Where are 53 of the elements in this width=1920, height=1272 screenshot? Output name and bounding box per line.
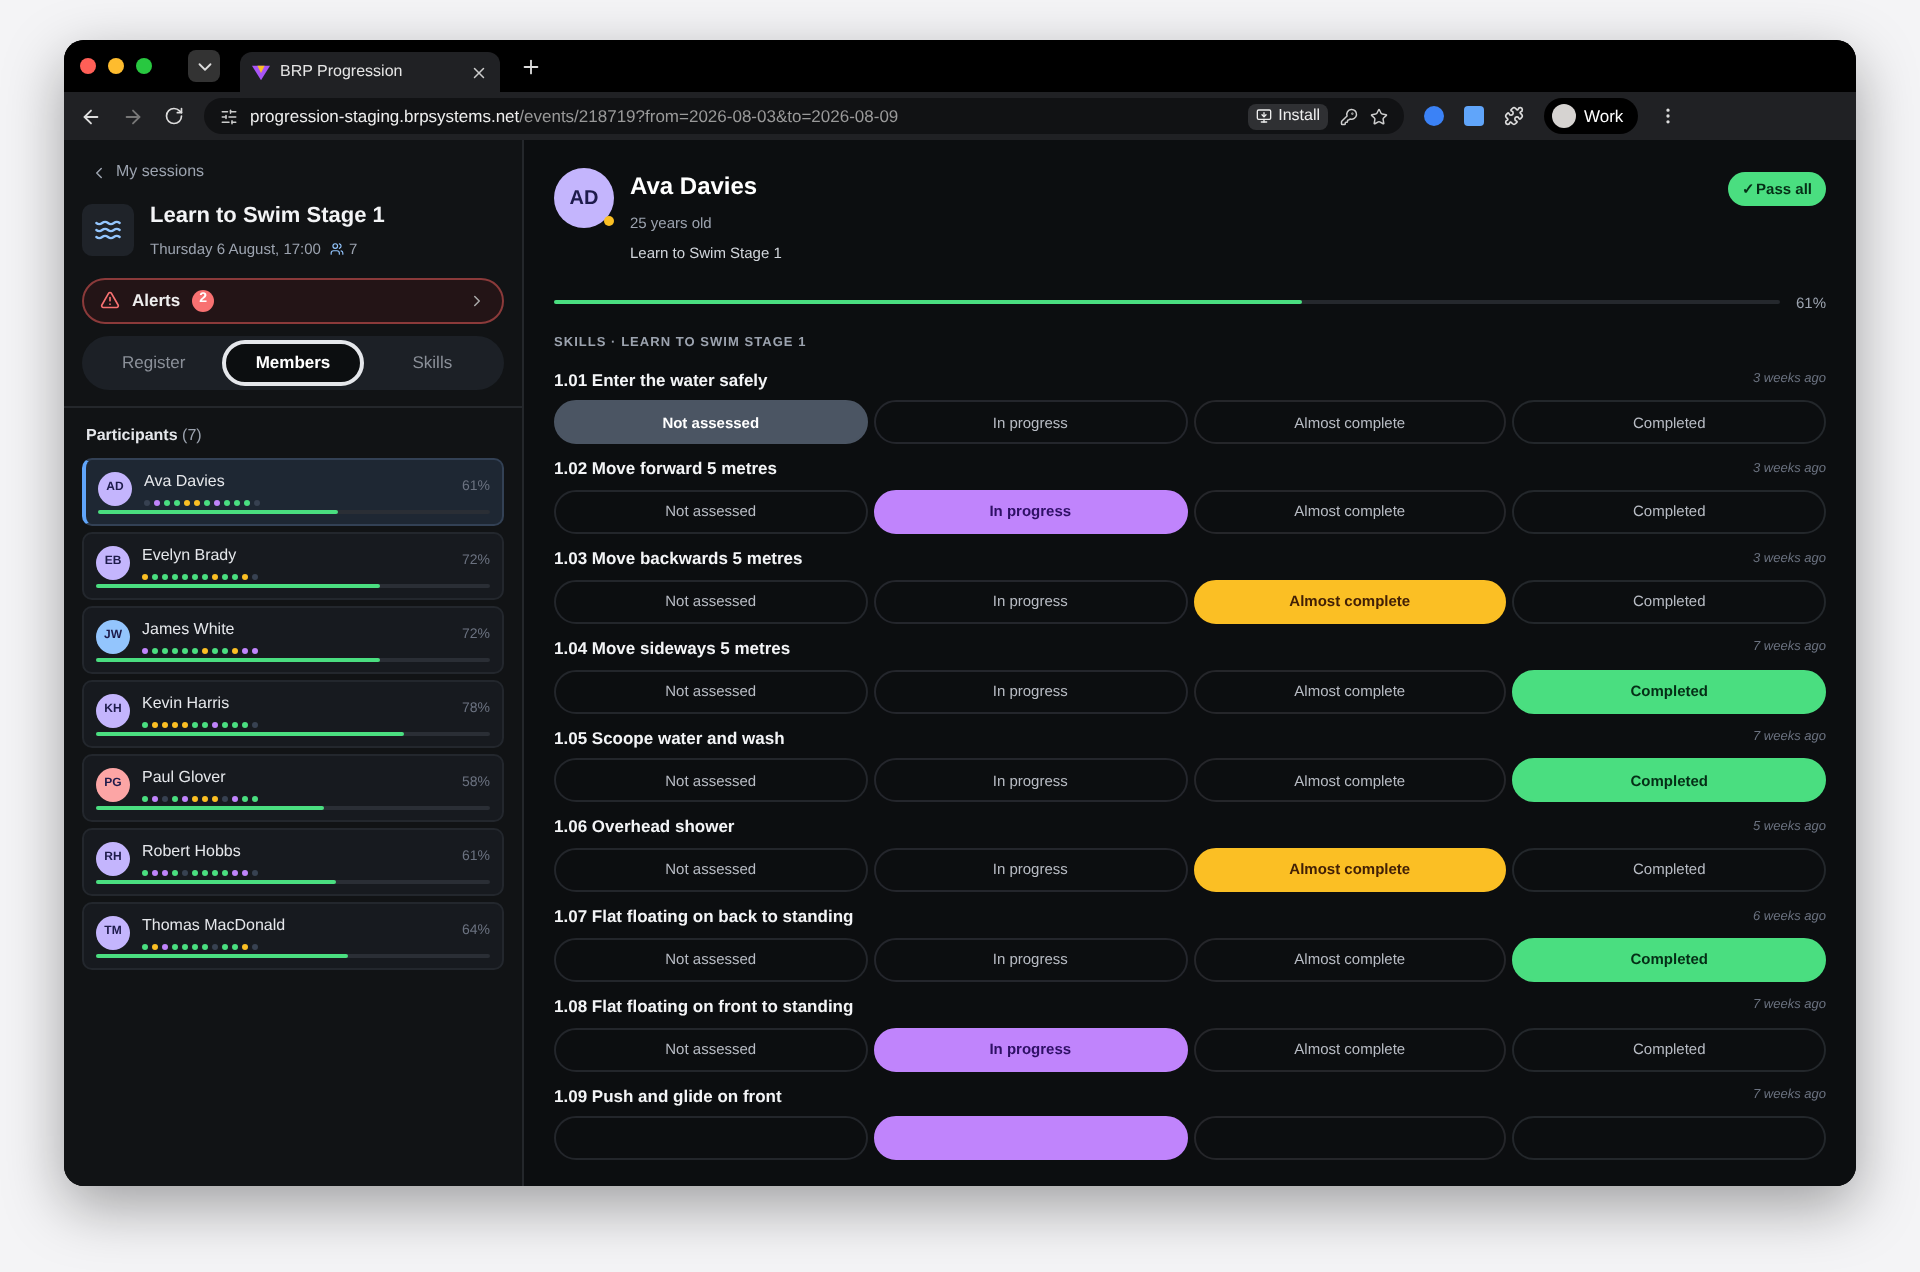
profile-button[interactable]: Work [1544,98,1638,134]
participants-heading: Participants [86,425,178,444]
member-name: Ava Davies [630,170,760,204]
participants-count: (7) [182,425,202,444]
view-tab[interactable]: Members [221,339,365,386]
view-tab[interactable]: Skills [364,339,501,386]
key-icon[interactable] [1340,107,1358,125]
new-tab-icon[interactable] [520,55,542,77]
maximize-window-icon[interactable] [136,58,152,74]
skill-title: 1.04 Move sideways 5 metres [554,635,791,661]
skill-title: 1.07 Flat floating on back to standing [554,904,854,930]
site-settings-icon[interactable] [220,107,238,125]
install-icon [1256,108,1273,124]
people-icon [330,241,345,256]
skill-status-option[interactable] [873,1116,1187,1161]
skill-title: 1.05 Scoope water and wash [554,725,785,751]
forward-icon[interactable] [122,105,144,127]
participant-name: Paul Glover [142,766,228,790]
skill-title: 1.09 Push and glide on front [554,1083,782,1109]
chevron-right-icon [468,291,486,310]
participant-name: Thomas MacDonald [142,914,288,938]
close-tab-icon[interactable] [470,63,488,81]
participant-name: Kevin Harris [142,692,232,716]
session-thumbnail [82,203,134,256]
participant-name: Evelyn Brady [142,544,239,568]
participant-name: Robert Hobbs [142,840,243,864]
reload-icon[interactable] [164,106,184,126]
skill-title: 1.06 Overhead shower [554,814,735,840]
minimize-window-icon[interactable] [108,58,124,74]
member-avatar: AD [554,168,614,228]
bookmark-star-icon[interactable] [1370,107,1388,125]
participant-name: James White [142,618,237,642]
logo-icon [252,63,270,81]
close-window-icon[interactable] [80,58,96,74]
back-link[interactable]: My sessions [90,160,504,184]
browser-tab[interactable]: BRP Progression [240,52,500,92]
extension-icon[interactable] [1424,106,1444,126]
skill-title: 1.08 Flat floating on front to standing [554,993,854,1019]
view-tab[interactable]: Register [86,339,222,386]
participant-name: Ava Davies [144,470,227,494]
skill-title: 1.03 Move backwards 5 metres [554,546,803,572]
back-icon[interactable] [80,105,102,127]
address-bar[interactable]: progression-staging.brpsystems.net/events/218719?from=2026-08-03&to=2026-08-09 Install [204,98,1404,134]
skill-title: 1.01 Enter the water safely [554,367,768,393]
url-text: progression-staging.brpsystems.net/events/218719?from=2026-08-03&to=2026-08-09 [250,103,899,129]
tab-list-button[interactable] [188,50,220,82]
install-button[interactable]: Install [1248,103,1328,129]
alerts-label: Alerts [132,287,181,314]
skill-title: 1.02 Move forward 5 metres [554,456,777,482]
warning-icon [100,290,120,311]
extensions-icon[interactable] [1504,106,1524,126]
session-title: Learn to Swim Stage 1 [150,202,385,232]
chevron-left-icon [90,163,108,181]
